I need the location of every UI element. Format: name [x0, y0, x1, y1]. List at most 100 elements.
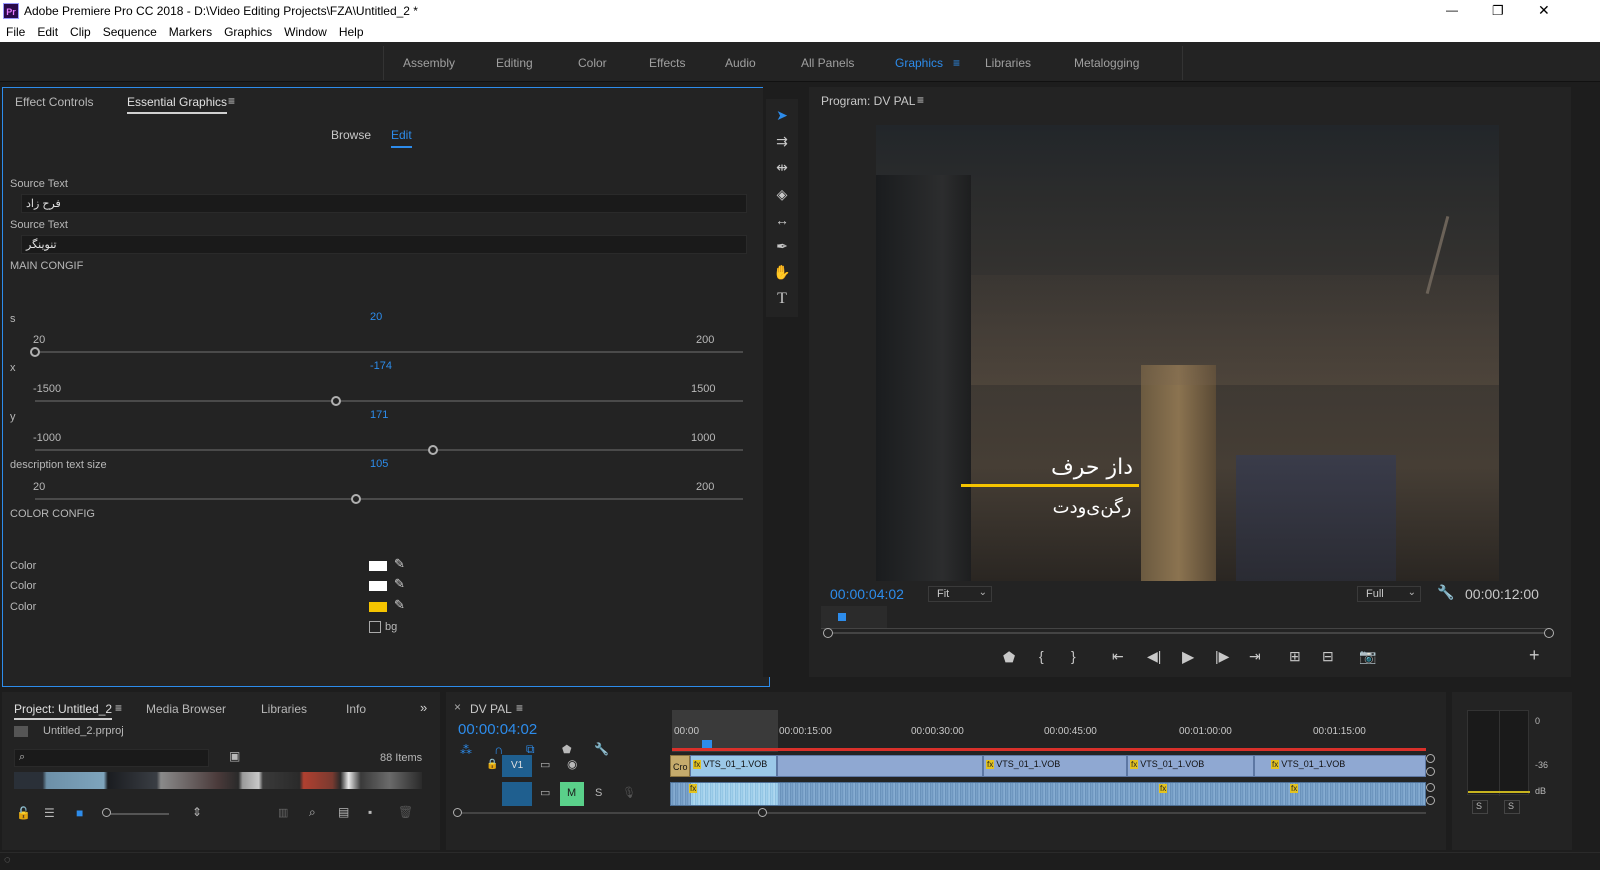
slider-knob-description-text-size[interactable] [351, 494, 361, 504]
source-text-field[interactable]: فرح زاد [21, 194, 747, 213]
panel-menu-icon[interactable]: ≡ [228, 94, 235, 108]
eye-icon[interactable]: ◉ [567, 757, 577, 771]
source-text-field[interactable]: تنوینگر [21, 235, 747, 254]
slider-track-description-text-size[interactable] [35, 498, 743, 500]
slider-knob-y[interactable] [428, 445, 438, 455]
scrollbar-right-handle[interactable] [758, 808, 767, 817]
monitor-menu-icon[interactable]: ≡ [917, 93, 924, 107]
add-button[interactable]: + [1529, 645, 1540, 666]
monitor-zoom-end-handle[interactable] [1544, 628, 1554, 638]
selection-tool-icon[interactable]: ➤ [773, 106, 791, 124]
timeline-audio-clip[interactable]: fx fx fx [670, 782, 1426, 806]
lock-icon[interactable]: 🔓 [16, 806, 31, 820]
slip-tool-icon[interactable]: ↔ [773, 211, 791, 229]
add-marker-icon[interactable]: ⬟ [1003, 649, 1015, 666]
go-to-in-icon[interactable]: ⇤ [1112, 648, 1124, 665]
voice-over-icon[interactable]: 🎙 [622, 786, 636, 799]
sort-icon[interactable]: ⇕ [192, 805, 202, 819]
zoom-slider[interactable] [107, 813, 169, 815]
scrollbar-left-handle[interactable] [453, 808, 462, 817]
step-back-icon[interactable]: ◀| [1147, 648, 1161, 665]
mark-out-icon[interactable]: } [1071, 648, 1076, 664]
close-window-button[interactable]: ✕ [1538, 2, 1550, 19]
meter-solo-button[interactable]: S [1504, 800, 1520, 814]
timeline-playhead[interactable] [702, 740, 712, 748]
workspace-editing[interactable]: Editing [496, 56, 533, 70]
workspace-metalogging[interactable]: Metalogging [1074, 56, 1139, 70]
timeline-clip-video[interactable]: fx VTS_01_1.VOB [1254, 755, 1426, 777]
timeline-timecode[interactable]: 00:00:04:02 [458, 721, 537, 738]
zoom-slider-knob[interactable] [102, 808, 111, 817]
extract-icon[interactable]: ⊟ [1322, 648, 1334, 665]
timeline-clip-video[interactable]: fx VTS_01_1.VOB [983, 755, 1127, 777]
hand-tool-icon[interactable]: ✋ [773, 263, 791, 281]
more-panels-icon[interactable]: » [420, 700, 427, 715]
timeline-settings-icon[interactable]: 🔧 [594, 742, 609, 756]
monitor-zoom-start-handle[interactable] [823, 628, 833, 638]
find-icon[interactable]: ⌕ [309, 805, 316, 820]
slider-track-s[interactable] [35, 351, 743, 353]
trash-icon[interactable]: 🗑 [398, 805, 413, 819]
type-tool-icon[interactable]: T [773, 290, 791, 308]
tab-effect-controls[interactable]: Effect Controls [15, 95, 93, 109]
color-swatch[interactable] [369, 581, 387, 591]
new-item-icon[interactable]: ▪ [368, 805, 372, 819]
workspace-graphics[interactable]: Graphics [895, 56, 943, 70]
slider-value-x[interactable]: -174 [370, 360, 392, 372]
play-icon[interactable]: ▶ [1182, 647, 1194, 667]
lift-icon[interactable]: ⊞ [1289, 648, 1301, 665]
track-select-tool-icon[interactable]: ⇉ [773, 132, 791, 150]
workspace-menu-icon[interactable]: ≡ [953, 56, 960, 70]
timeline-clip-video[interactable]: fx VTS_01_1.VOB [690, 755, 777, 777]
project-menu-icon[interactable]: ≡ [115, 701, 122, 715]
close-sequence-button[interactable]: × [454, 700, 461, 714]
track-lock-icon[interactable]: 🔒 [486, 759, 498, 770]
wrench-icon[interactable]: 🔧 [1437, 584, 1454, 601]
automate-to-sequence-icon[interactable]: ▥ [278, 806, 288, 819]
menu-window[interactable]: Window [278, 22, 333, 39]
new-search-bin-icon[interactable]: ▣ [229, 749, 240, 763]
color-swatch[interactable] [369, 602, 387, 612]
track-target-v1[interactable]: V1 [502, 755, 532, 777]
slider-knob-s[interactable] [30, 347, 40, 357]
eyedropper-icon[interactable]: ✎ [394, 576, 405, 592]
workspace-assembly[interactable]: Assembly [403, 56, 455, 70]
timeline-clip-video[interactable] [777, 755, 983, 777]
track-height-handle[interactable] [1426, 754, 1435, 763]
menu-clip[interactable]: Clip [64, 22, 97, 39]
slider-knob-x[interactable] [331, 396, 341, 406]
slider-track-y[interactable] [35, 449, 743, 451]
track-target-a1[interactable] [502, 782, 532, 806]
tab-info[interactable]: Info [346, 702, 366, 716]
fit-dropdown[interactable]: Fit ⌄ [928, 586, 992, 602]
new-bin-icon[interactable]: ▤ [338, 805, 349, 819]
timeline-scrollbar[interactable] [458, 812, 1426, 814]
track-height-handle[interactable] [1426, 796, 1435, 805]
razor-tool-icon[interactable]: ◈ [773, 185, 791, 203]
tab-media-browser[interactable]: Media Browser [146, 702, 226, 716]
tab-essential-graphics[interactable]: Essential Graphics [127, 95, 228, 114]
go-to-out-icon[interactable]: ⇥ [1249, 648, 1261, 665]
pen-tool-icon[interactable]: ✒ [773, 237, 791, 255]
menu-file[interactable]: File [0, 22, 31, 39]
menu-edit[interactable]: Edit [31, 22, 64, 39]
slider-value-s[interactable]: 20 [370, 311, 382, 323]
menu-sequence[interactable]: Sequence [97, 22, 163, 39]
workspace-audio[interactable]: Audio [725, 56, 756, 70]
sync-lock-icon[interactable]: ▭ [540, 758, 550, 771]
track-height-handle[interactable] [1426, 767, 1435, 776]
slider-value-description-text-size[interactable]: 105 [370, 458, 388, 470]
menu-graphics[interactable]: Graphics [218, 22, 278, 39]
timeline-ruler[interactable]: 00:00 00:00:15:00 00:00:30:00 00:00:45:0… [672, 710, 1432, 752]
eyedropper-icon[interactable]: ✎ [394, 597, 405, 613]
ripple-edit-tool-icon[interactable]: ⇹ [773, 158, 791, 176]
workspace-libraries[interactable]: Libraries [985, 56, 1031, 70]
slider-track-x[interactable] [35, 400, 743, 402]
clip-thumbnail-strip[interactable] [14, 772, 422, 789]
color-swatch[interactable] [369, 561, 387, 571]
add-marker-icon[interactable]: ⬟ [562, 743, 572, 756]
tab-project[interactable]: Project: Untitled_2 [14, 702, 113, 720]
monitor-time-ruler[interactable] [821, 606, 1549, 629]
timeline-clip-video[interactable]: fx VTS_01_1.VOB [1127, 755, 1254, 777]
nest-icon[interactable]: ⁂ [460, 743, 472, 757]
